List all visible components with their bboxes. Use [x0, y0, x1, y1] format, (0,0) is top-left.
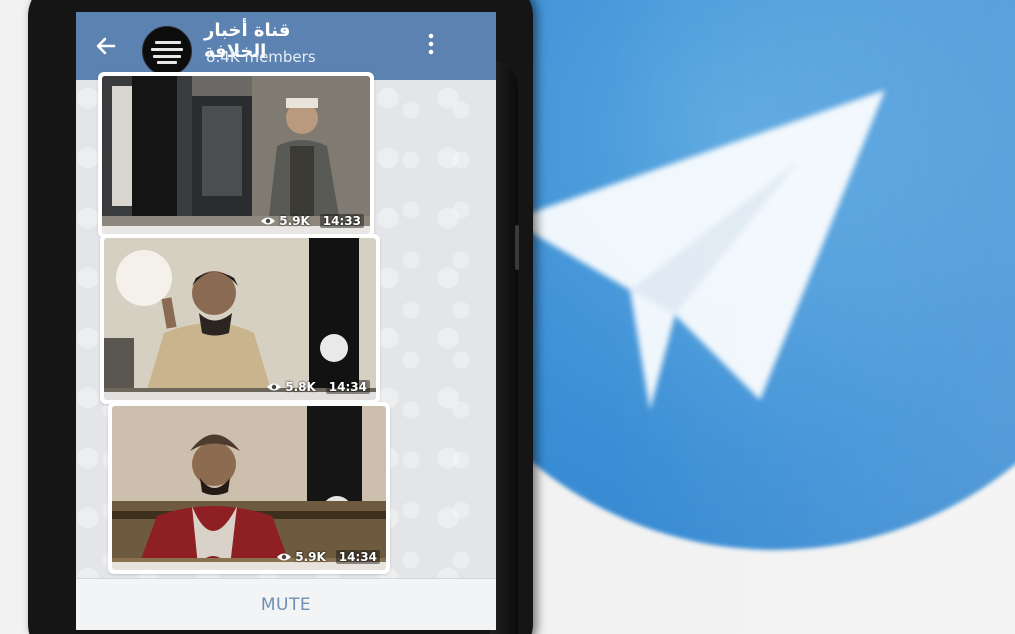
- video-post[interactable]: 5.9K 14:33: [98, 72, 374, 238]
- video-duration: 14:33: [319, 214, 364, 228]
- view-count: 5.9K: [295, 550, 326, 564]
- channel-avatar[interactable]: [142, 26, 192, 76]
- bottom-action-bar: MUTE: [76, 578, 496, 630]
- video-post[interactable]: 5.9K 14:34: [108, 402, 390, 574]
- phone-screen: قناة أخبار الخلافة 8.4K members 5.9K 14:…: [76, 12, 496, 630]
- channel-members-count: 8.4K members: [206, 48, 316, 66]
- phone-side-button: [515, 225, 519, 270]
- photo-scene: قناة أخبار الخلافة 8.4K members 5.9K 14:…: [0, 0, 1015, 634]
- view-count: 5.9K: [279, 214, 310, 228]
- eye-icon: [267, 383, 282, 391]
- mute-button[interactable]: MUTE: [76, 579, 496, 630]
- video-duration: 14:34: [325, 380, 370, 394]
- arrow-left-icon[interactable]: [92, 32, 120, 60]
- eye-icon: [261, 217, 276, 225]
- vertical-dots-icon[interactable]: [426, 32, 436, 56]
- video-stats: 5.9K 14:33: [260, 214, 364, 228]
- video-thumbnail[interactable]: [102, 76, 370, 234]
- video-thumbnail-image: [112, 406, 386, 570]
- video-thumbnail[interactable]: [112, 406, 386, 570]
- channel-header: قناة أخبار الخلافة 8.4K members: [76, 12, 496, 80]
- video-post[interactable]: 5.8K 14:34: [100, 234, 380, 404]
- eye-icon: [277, 553, 292, 561]
- video-thumbnail-image: [102, 76, 370, 234]
- view-count: 5.8K: [285, 380, 316, 394]
- video-duration: 14:34: [335, 550, 380, 564]
- video-stats: 5.9K 14:34: [276, 550, 380, 564]
- video-stats: 5.8K 14:34: [266, 380, 370, 394]
- video-thumbnail-image: [104, 238, 376, 400]
- video-thumbnail[interactable]: [104, 238, 376, 400]
